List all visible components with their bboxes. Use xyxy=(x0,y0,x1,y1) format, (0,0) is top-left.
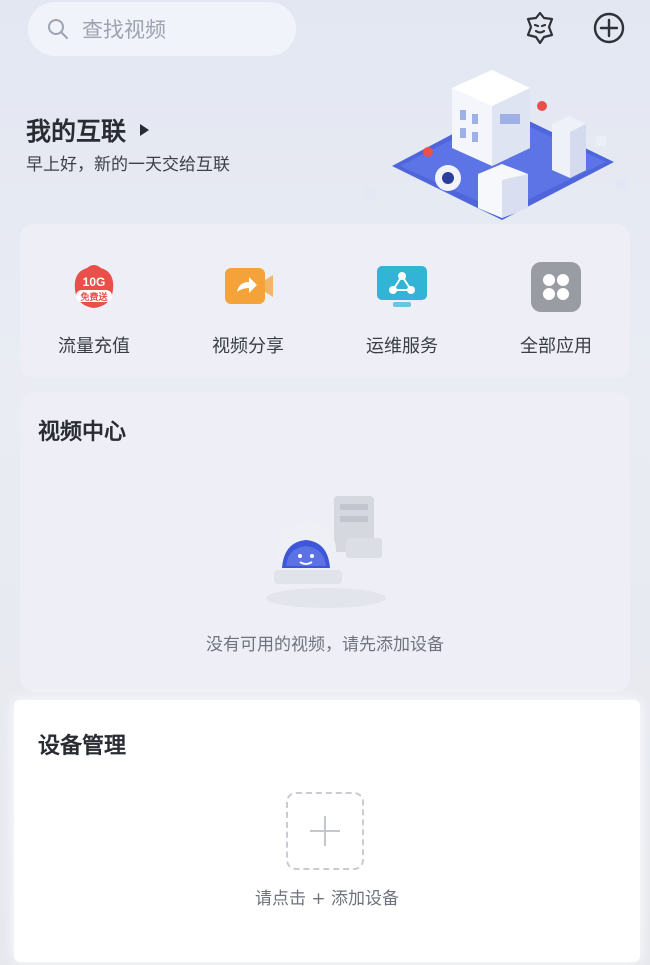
add-device-hint: 请点击 + 添加设备 xyxy=(254,889,400,909)
video-share-icon xyxy=(225,268,273,304)
badge-top-text: 10G xyxy=(83,275,106,289)
app-ops-service[interactable]: 运维服务 xyxy=(342,260,462,358)
plus-circle-icon[interactable] xyxy=(591,10,627,46)
page-title: 我的互联 xyxy=(26,117,127,146)
app-screen: 查找视频 我的互联 早上好，新的一天交给互联 10G 免费送 流量充值 视频分享… xyxy=(0,0,650,965)
app-label: 全部应用 xyxy=(520,336,592,357)
data-recharge-icon: 10G 免费送 xyxy=(74,265,114,308)
device-management-title: 设备管理 xyxy=(38,734,127,759)
add-device-button[interactable] xyxy=(286,792,364,870)
app-all-apps[interactable]: 全部应用 xyxy=(496,260,616,358)
empty-state-illustration xyxy=(266,496,386,608)
face-scan-icon[interactable] xyxy=(522,10,558,46)
quick-apps-card: 10G 免费送 流量充值 视频分享 运维服务 全部应用 xyxy=(20,224,630,378)
ops-service-icon xyxy=(377,266,427,307)
device-management-card: 设备管理 请点击 + 添加设备 xyxy=(14,700,640,962)
smart-building-illustration xyxy=(364,70,628,220)
app-label: 运维服务 xyxy=(366,336,438,357)
greeting-text: 早上好，新的一天交给互联 xyxy=(26,155,230,175)
all-apps-icon xyxy=(531,262,581,312)
video-center-title: 视频中心 xyxy=(38,420,127,445)
empty-state-text: 没有可用的视频，请先添加设备 xyxy=(206,635,444,655)
play-arrow-icon xyxy=(140,124,150,136)
app-video-share[interactable]: 视频分享 xyxy=(188,260,308,358)
search-placeholder: 查找视频 xyxy=(82,18,166,42)
app-label: 视频分享 xyxy=(212,336,284,357)
search-bar[interactable]: 查找视频 xyxy=(28,2,296,56)
app-label: 流量充值 xyxy=(58,336,130,357)
badge-bottom-text: 免费送 xyxy=(80,291,108,303)
video-center-card: 视频中心 没有可用的视频，请先添加设备 xyxy=(20,392,630,692)
app-data-recharge[interactable]: 10G 免费送 流量充值 xyxy=(34,260,154,358)
my-interconnect-link[interactable]: 我的互联 xyxy=(26,112,150,148)
search-icon xyxy=(48,19,68,39)
